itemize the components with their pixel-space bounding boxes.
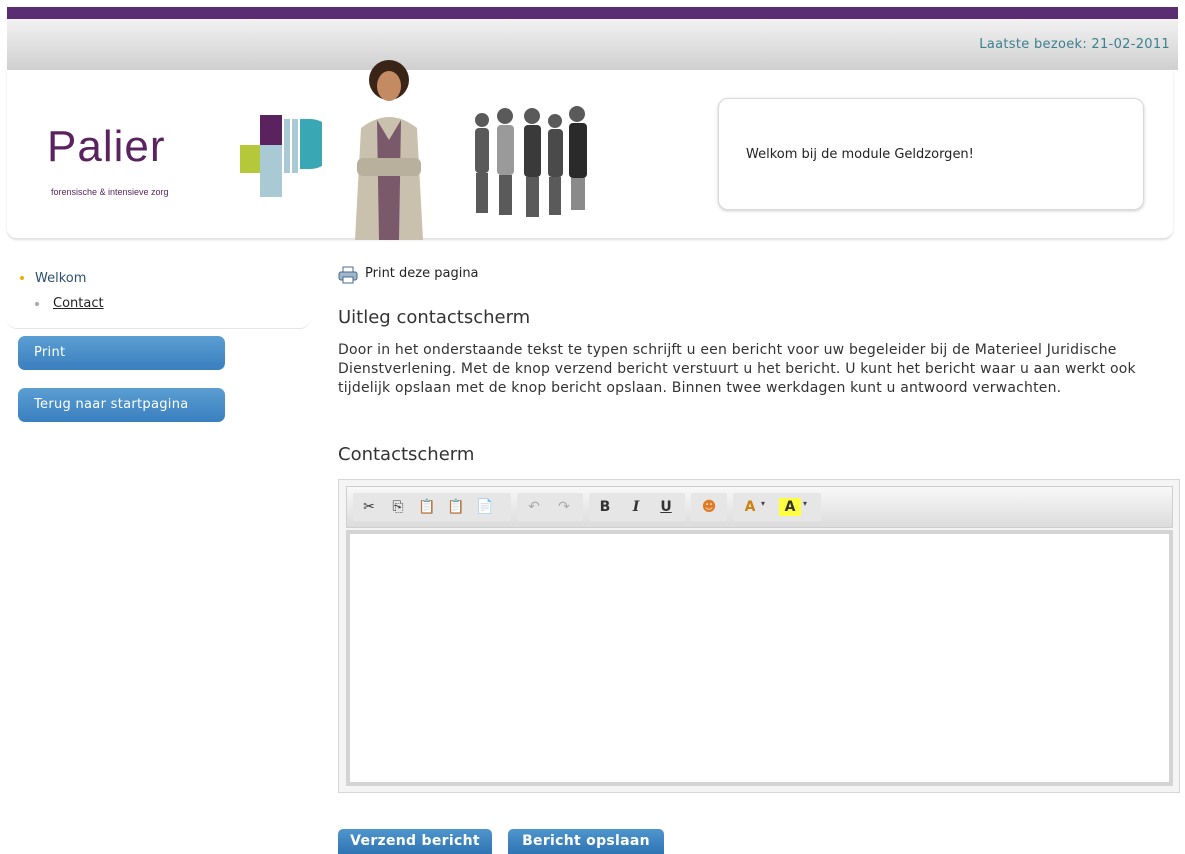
printer-icon — [338, 266, 358, 284]
logo-mark-icon — [240, 115, 322, 197]
top-accent-bar — [7, 7, 1178, 19]
italic-button[interactable]: I — [625, 496, 647, 518]
message-text-area[interactable] — [346, 530, 1173, 786]
format-group: B I U — [589, 493, 685, 521]
nav-item-welkom[interactable]: Welkom — [35, 271, 86, 286]
font-color-button[interactable]: A — [739, 496, 761, 518]
cut-icon[interactable]: ✂ — [358, 496, 380, 518]
paste-icon[interactable]: 📋 — [416, 496, 438, 518]
undo-icon[interactable]: ↶ — [523, 496, 545, 518]
smiley-icon[interactable]: ☻ — [698, 496, 720, 518]
send-message-button[interactable]: Verzend bericht — [338, 829, 492, 854]
bullet-active-icon — [20, 276, 24, 280]
nav-item-contact[interactable]: Contact — [53, 296, 104, 311]
highlight-color-button[interactable]: A — [779, 498, 801, 516]
last-visit-text: Laatste bezoek: 21-02-2011 — [979, 37, 1170, 52]
logo-tagline: forensische & intensieve zorg — [51, 187, 169, 197]
underline-button[interactable]: U — [655, 496, 677, 518]
save-message-button[interactable]: Bericht opslaan — [508, 829, 664, 854]
chevron-down-icon[interactable]: ▾ — [803, 499, 807, 508]
chevron-down-icon[interactable]: ▾ — [761, 499, 765, 508]
rich-text-editor: ✂ ⎘ 📋 📋 📄 ↶ ↷ B I U ☻ A ▾ A ▾ — [338, 479, 1180, 793]
color-group: A ▾ A ▾ — [733, 493, 821, 521]
smiley-group: ☻ — [691, 493, 727, 521]
print-page-label: Print deze pagina — [365, 266, 479, 281]
bold-button[interactable]: B — [594, 496, 616, 518]
print-button[interactable]: Print — [18, 336, 225, 370]
palier-logo: Palier forensische & intensieve zorg — [47, 115, 327, 225]
undo-group: ↶ ↷ — [517, 493, 583, 521]
back-to-start-button[interactable]: Terug naar startpagina — [18, 388, 225, 422]
welcome-box: Welkom bij de module Geldzorgen! — [718, 98, 1144, 210]
side-navigation: Welkom Contact — [7, 262, 310, 329]
heading-contactscherm: Contactscherm — [338, 444, 475, 465]
paste-text-icon[interactable]: 📋 — [445, 496, 467, 518]
editor-toolbar: ✂ ⎘ 📋 📋 📄 ↶ ↷ B I U ☻ A ▾ A ▾ — [346, 486, 1173, 528]
copy-icon[interactable]: ⎘ — [387, 496, 409, 518]
bullet-icon — [35, 302, 39, 306]
welcome-text: Welkom bij de module Geldzorgen! — [746, 147, 974, 162]
paste-word-icon[interactable]: 📄 — [474, 496, 496, 518]
logo-wordmark: Palier — [47, 122, 166, 171]
hero-people-image — [355, 60, 587, 240]
heading-uitleg: Uitleg contactscherm — [338, 307, 531, 328]
intro-text: Door in het onderstaande tekst te typen … — [338, 342, 1136, 396]
clipboard-group: ✂ ⎘ 📋 📋 📄 — [353, 493, 511, 521]
redo-icon[interactable]: ↷ — [553, 496, 575, 518]
